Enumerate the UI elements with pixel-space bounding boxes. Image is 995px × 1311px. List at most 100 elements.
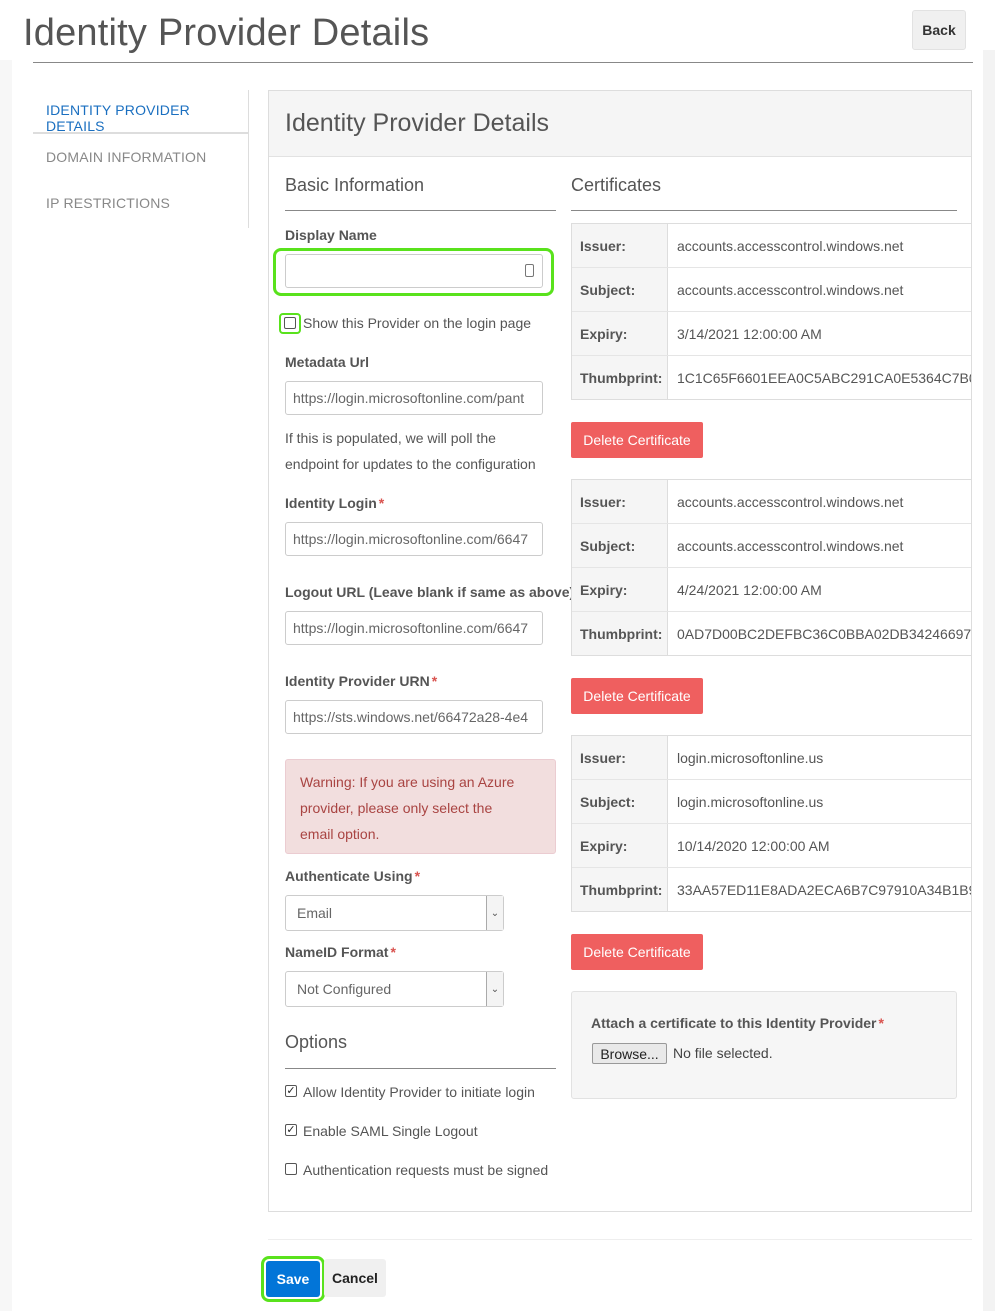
options-heading: Options xyxy=(285,1032,348,1052)
allow-idp-initiated-label: Allow Identity Provider to initiate logi… xyxy=(303,1084,535,1100)
cert-key: Subject: xyxy=(572,524,668,567)
cert-issuer-value: login.microsoftonline.us xyxy=(677,749,824,766)
nameid-format-label-text: NameID Format xyxy=(285,944,389,960)
chevron-down-icon: ⌄ xyxy=(486,896,503,930)
requests-signed-label: Authentication requests must be signed xyxy=(303,1162,549,1178)
logout-url-value: https://login.microsoftonline.com/6647 xyxy=(293,620,529,636)
cert-thumbprint-value: 33AA57ED11E8ADA2ECA6B7C97910A34B1B944 xyxy=(677,881,972,898)
metadata-url-input[interactable]: https://login.microsoftonline.com/pant xyxy=(285,381,543,415)
nameid-format-select[interactable]: Not Configured ⌄ xyxy=(285,971,504,1007)
authenticate-using-label-text: Authenticate Using xyxy=(285,868,413,884)
required-marker: * xyxy=(378,495,385,511)
logout-url-input[interactable]: https://login.microsoftonline.com/6647 xyxy=(285,611,543,645)
requests-signed-checkbox[interactable] xyxy=(285,1163,297,1175)
basic-information-heading: Basic Information xyxy=(285,175,425,195)
required-marker: * xyxy=(390,944,396,960)
footer-divider xyxy=(268,1239,972,1240)
panel-title: Identity Provider Details xyxy=(285,109,550,137)
saml-single-logout-checkbox[interactable]: ✓ xyxy=(285,1124,297,1136)
delete-certificate-button[interactable]: Delete Certificate xyxy=(571,934,703,970)
warning-line1: Warning: If you are using an Azure xyxy=(300,774,515,790)
save-button[interactable]: Save xyxy=(266,1261,320,1297)
back-button[interactable]: Back xyxy=(912,10,966,50)
cert-row-subject: Subject: login.microsoftonline.us xyxy=(572,779,971,823)
identity-login-label-text: Identity Login xyxy=(285,495,377,511)
identity-login-value: https://login.microsoftonline.com/6647 xyxy=(293,531,529,547)
provider-urn-value: https://sts.windows.net/66472a28-4e4 xyxy=(293,709,529,725)
cert-key: Expiry: xyxy=(572,568,668,611)
certificate-table: Issuer: accounts.accesscontrol.windows.ne… xyxy=(571,223,972,400)
cert-row-subject: Subject: accounts.accesscontrol.windows.n… xyxy=(572,267,971,311)
cert-issuer-value: accounts.accesscontrol.windows.net xyxy=(677,237,904,254)
certificates-divider xyxy=(571,210,957,211)
metadata-url-label: Metadata Url xyxy=(285,354,370,370)
nav-active-underline xyxy=(33,132,248,134)
cert-key: Issuer: xyxy=(572,736,668,779)
options-divider xyxy=(285,1068,556,1069)
authenticate-using-label: Authenticate Using * xyxy=(285,868,420,884)
cancel-button[interactable]: Cancel xyxy=(324,1259,386,1297)
browse-file-button[interactable]: Browse... xyxy=(592,1043,667,1064)
metadata-url-value: https://login.microsoftonline.com/pant xyxy=(293,390,525,406)
cert-thumbprint-value: 0AD7D00BC2DEFBC36C0BBA02DB342466972 xyxy=(677,625,972,642)
delete-certificate-button[interactable]: Delete Certificate xyxy=(571,678,703,714)
cert-expiry-value: 4/24/2021 12:00:00 AM xyxy=(677,581,822,598)
cert-key: Issuer: xyxy=(572,224,668,267)
cert-key: Subject: xyxy=(572,780,668,823)
required-marker: * xyxy=(878,1015,884,1031)
certificate-table: Issuer: login.microsoftonline.us Subject:… xyxy=(571,735,972,912)
file-status-text: No file selected. xyxy=(673,1045,773,1061)
details-panel: Identity Provider Details Basic Informat… xyxy=(268,90,972,1212)
panel-header: Identity Provider Details xyxy=(269,91,971,157)
cert-subject-value: accounts.accesscontrol.windows.net xyxy=(677,281,904,298)
left-gutter xyxy=(0,60,12,1311)
cert-key: Thumbprint: xyxy=(572,356,668,399)
cert-key: Thumbprint: xyxy=(572,868,668,911)
right-scroll-gutter xyxy=(983,50,995,1311)
azure-warning-alert: Warning: If you are using an Azure provi… xyxy=(285,759,556,854)
allow-idp-initiated-checkbox[interactable]: ✓ xyxy=(285,1085,297,1097)
saml-single-logout-label: Enable SAML Single Logout xyxy=(303,1123,478,1139)
cert-row-issuer: Issuer: accounts.accesscontrol.windows.ne… xyxy=(572,224,971,267)
authenticate-using-value: Email xyxy=(297,905,333,921)
authenticate-using-select[interactable]: Email ⌄ xyxy=(285,895,504,931)
attach-certificate-label: Attach a certificate to this Identity Pr… xyxy=(591,1015,884,1031)
nav-item-domain-information[interactable]: DOMAIN INFORMATION xyxy=(46,149,206,165)
cert-subject-value: accounts.accesscontrol.windows.net xyxy=(677,537,904,554)
cert-row-issuer: Issuer: login.microsoftonline.us xyxy=(572,736,971,779)
cert-row-expiry: Expiry: 10/14/2020 12:00:00 AM xyxy=(572,823,971,867)
cert-key: Subject: xyxy=(572,268,668,311)
provider-urn-label: Identity Provider URN * xyxy=(285,673,437,689)
display-name-label: Display Name xyxy=(285,227,377,243)
cert-key: Expiry: xyxy=(572,824,668,867)
show-on-login-checkbox[interactable] xyxy=(284,317,296,329)
required-marker: * xyxy=(431,673,438,689)
cert-row-expiry: Expiry: 4/24/2021 12:00:00 AM xyxy=(572,567,971,611)
display-name-input[interactable] xyxy=(285,254,543,288)
cert-row-issuer: Issuer: accounts.accesscontrol.windows.ne… xyxy=(572,480,971,523)
cert-expiry-value: 3/14/2021 12:00:00 AM xyxy=(677,325,822,342)
cert-expiry-value: 10/14/2020 12:00:00 AM xyxy=(677,837,830,854)
cert-key: Expiry: xyxy=(572,312,668,355)
identity-login-input[interactable]: https://login.microsoftonline.com/6647 xyxy=(285,522,543,556)
nav-item-identity-provider-details[interactable]: IDENTITY PROVIDER DETAILS xyxy=(46,102,248,134)
side-nav: IDENTITY PROVIDER DETAILS DOMAIN INFORMA… xyxy=(33,90,249,228)
cert-row-expiry: Expiry: 3/14/2021 12:00:00 AM xyxy=(572,311,971,355)
chevron-down-icon: ⌄ xyxy=(486,972,503,1006)
nameid-format-label: NameID Format * xyxy=(285,944,396,960)
page-title: Identity Provider Details xyxy=(23,12,430,54)
cert-thumbprint-value: 1C1C65F6601EEA0C5ABC291CA0E5364C7B03 xyxy=(677,369,972,386)
nav-item-ip-restrictions[interactable]: IP RESTRICTIONS xyxy=(46,195,170,211)
provider-urn-input[interactable]: https://sts.windows.net/66472a28-4e4 xyxy=(285,700,543,734)
cert-row-thumbprint: Thumbprint: 0AD7D00BC2DEFBC36C0BBA02DB342… xyxy=(572,611,972,655)
basic-information-divider xyxy=(285,210,556,211)
delete-certificate-button[interactable]: Delete Certificate xyxy=(571,422,703,458)
metadata-url-help-line1: If this is populated, we will poll the xyxy=(285,430,496,446)
metadata-url-help-line2: endpoint for updates to the configuratio… xyxy=(285,456,536,472)
attach-certificate-label-text: Attach a certificate to this Identity Pr… xyxy=(591,1015,877,1031)
attach-certificate-box: Attach a certificate to this Identity Pr… xyxy=(571,991,957,1099)
cert-key: Issuer: xyxy=(572,480,668,523)
cert-row-subject: Subject: accounts.accesscontrol.windows.n… xyxy=(572,523,971,567)
warning-line3: email option. xyxy=(300,826,380,842)
cert-subject-value: login.microsoftonline.us xyxy=(677,793,824,810)
